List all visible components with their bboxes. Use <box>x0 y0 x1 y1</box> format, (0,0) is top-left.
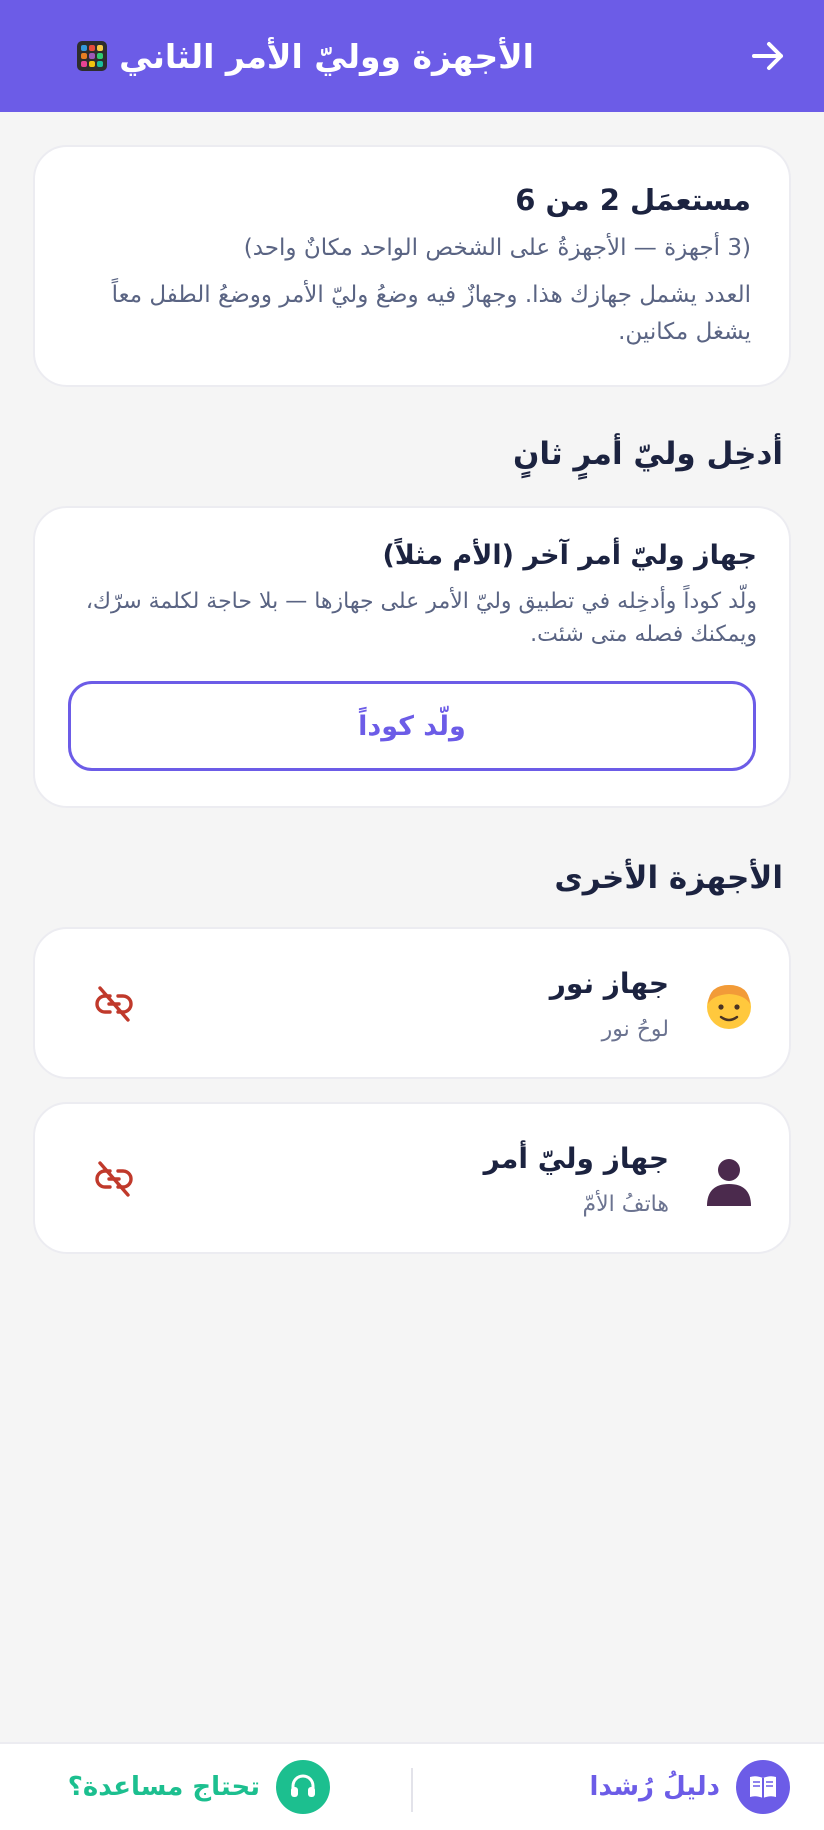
guide-label: دليلُ رُشدا <box>589 1772 720 1802</box>
unlink-device-button[interactable] <box>89 1154 139 1204</box>
generate-code-button[interactable]: ولّد كوداً <box>68 681 756 771</box>
back-button[interactable] <box>748 36 788 76</box>
invite-description: ولّد كوداً وأدخِله في تطبيق وليّ الأمر ع… <box>85 589 757 647</box>
invite-card: جهاز وليّ أمر آخر (الأم مثلاً) ولّد كودا… <box>33 506 791 808</box>
help-button[interactable]: تحتاج مساعدة؟ <box>68 1760 330 1814</box>
unlink-device-button[interactable] <box>89 979 139 1029</box>
book-icon <box>736 1760 790 1814</box>
bottom-divider <box>411 1768 413 1812</box>
person-silhouette-icon <box>707 1159 751 1206</box>
usage-card: مستعمَل 2 من 6 (3 أجهزة — الأجهزةُ على ا… <box>33 145 791 387</box>
device-name: جهاز وليّ أمر <box>483 1142 669 1175</box>
bottom-bar: دليلُ رُشدا تحتاج مساعدة؟ <box>0 1742 824 1830</box>
invite-section-title: أدخِل وليّ أمرٍ ثانٍ <box>512 436 783 472</box>
app-screen: الأجهزة ووليّ الأمر الثاني مستعمَل 2 من … <box>0 0 824 1830</box>
headset-icon <box>276 1760 330 1814</box>
device-name: جهاز نور <box>549 967 669 1000</box>
usage-heading: مستعمَل 2 من 6 <box>515 183 751 217</box>
unlink-icon <box>95 986 133 1022</box>
guide-button[interactable]: دليلُ رُشدا <box>590 1760 790 1814</box>
device-subtitle: لوحُ نور <box>601 1017 669 1042</box>
devices-grid-icon <box>77 41 108 71</box>
help-label: تحتاج مساعدة؟ <box>67 1772 260 1802</box>
unlink-icon <box>95 1161 133 1197</box>
child-face-icon <box>707 985 751 1029</box>
device-card: جهاز نور لوحُ نور <box>33 927 791 1079</box>
page-title: الأجهزة ووليّ الأمر الثاني <box>119 36 534 76</box>
device-subtitle: هاتفُ الأمّ <box>582 1192 669 1217</box>
top-app-bar: الأجهزة ووليّ الأمر الثاني <box>0 0 824 112</box>
usage-note: (3 أجهزة — الأجهزةُ على الشخص الواحد مكا… <box>243 235 751 261</box>
device-card: جهاز وليّ أمر هاتفُ الأمّ <box>33 1102 791 1254</box>
devices-section-title: الأجهزة الأخرى <box>554 860 783 896</box>
invite-heading: جهاز وليّ أمر آخر (الأم مثلاً) <box>382 540 757 571</box>
arrow-right-icon <box>752 42 783 70</box>
usage-description: العدد يشمل جهازك هذا. وجهازٌ فيه وضعُ ول… <box>111 282 751 345</box>
